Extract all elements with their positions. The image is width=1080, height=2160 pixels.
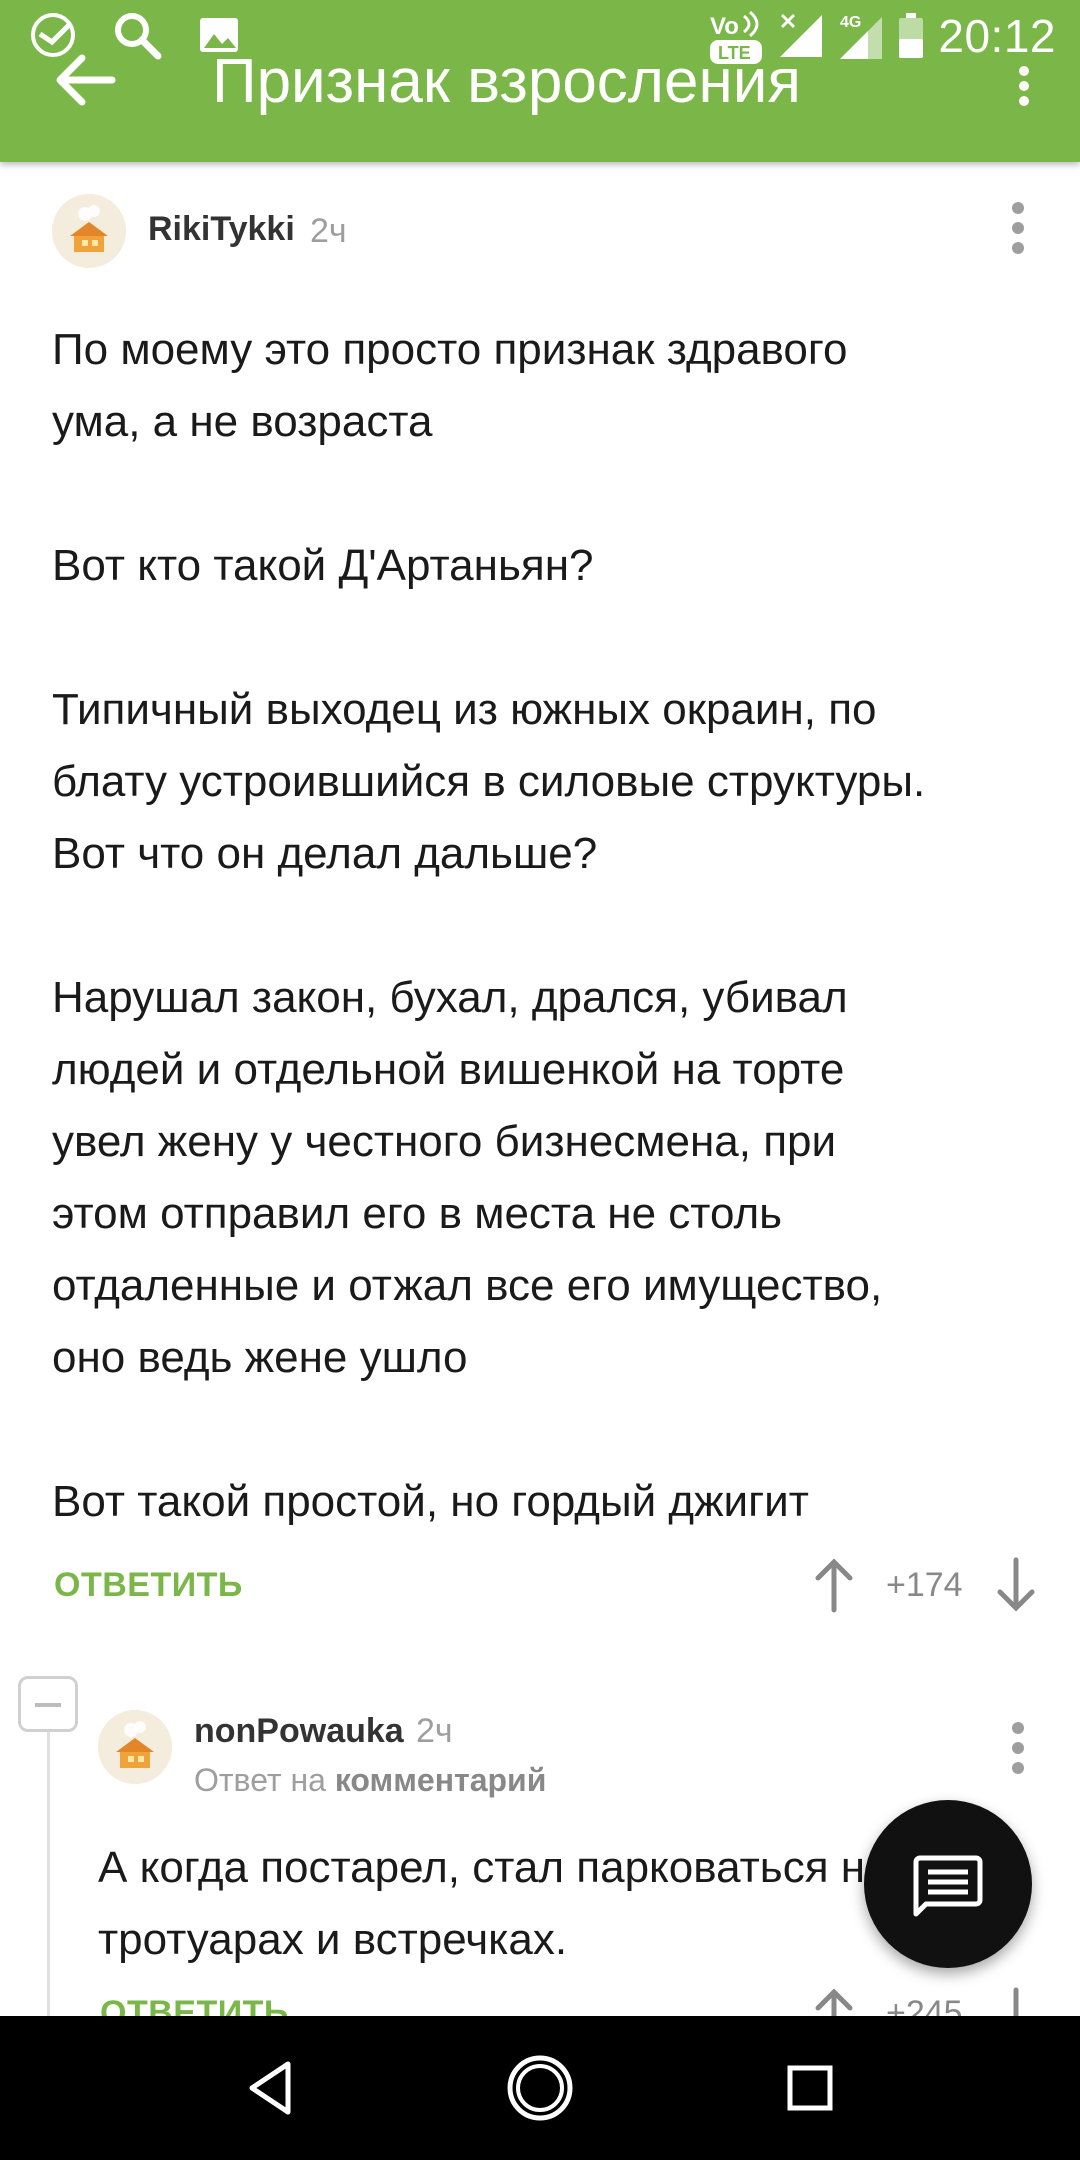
comment-time: 2ч — [310, 212, 347, 250]
reply-time: 2ч — [416, 1712, 453, 1750]
signal-4g-icon: 4G — [840, 14, 883, 59]
thread-line — [47, 1730, 50, 2020]
lte-label: LTE — [718, 43, 751, 63]
comment-paragraph: Вот такой простой, но гордый джигит — [52, 1466, 925, 1538]
comment-body: По моему это просто признак здравого ума… — [52, 314, 925, 1538]
avatar[interactable] — [52, 194, 126, 268]
home-nav-icon[interactable] — [500, 2048, 580, 2128]
reply-avatar[interactable] — [98, 1710, 172, 1784]
reply-to-prefix: Ответ на — [194, 1762, 326, 1798]
comment-line: Нарушал закон, бухал, дрался, убивал — [52, 973, 848, 1022]
comment-paragraph: По моему это просто признак здравого ума… — [52, 314, 925, 458]
reply-more-icon[interactable] — [998, 1720, 1038, 1776]
comment-line: ума, а не возраста — [52, 397, 433, 446]
write-comment-button[interactable] — [864, 1800, 1032, 1968]
comment-line: увел жену у честного бизнесмена, при — [52, 1117, 837, 1166]
recents-nav-icon[interactable] — [770, 2048, 850, 2128]
volte-icon: Vo LTE — [710, 10, 763, 64]
comment-line: этом отправил его в места не столь — [52, 1189, 783, 1238]
avatar-icon — [52, 194, 126, 268]
image-icon — [200, 18, 238, 52]
comment-line: Вот что он делал дальше? — [52, 829, 598, 878]
comment-line: Вот кто такой Д'Артаньян? — [52, 541, 594, 590]
comment-line: Вот такой простой, но гордый джигит — [52, 1477, 809, 1526]
comment-line: Типичный выходец из южных окраин, по — [52, 685, 877, 734]
collapse-thread-button[interactable] — [18, 1676, 78, 1732]
network-label: 4G — [840, 14, 861, 31]
comment-icon — [913, 1855, 983, 1917]
reply-line: А когда постарел, стал парковаться на — [98, 1843, 890, 1892]
reply-to: Ответ на комментарий — [194, 1762, 546, 1799]
clock: 20:12 — [938, 10, 1056, 62]
signal-icon — [780, 13, 823, 57]
reply-to-link[interactable]: комментарий — [335, 1762, 547, 1798]
reply-username[interactable]: nonPowauka — [194, 1712, 404, 1751]
downvote-icon[interactable] — [994, 1556, 1038, 1614]
comment-line: отдаленные и отжал все его имущество, — [52, 1261, 883, 1310]
rating: +174 — [886, 1566, 963, 1604]
app-bar: Признак взросления Vo LTE 4G 20:12 — [0, 0, 1080, 162]
comment-paragraph: Вот кто такой Д'Артаньян? — [52, 530, 925, 602]
sberbank-icon — [31, 13, 75, 57]
upvote-icon[interactable] — [812, 1556, 856, 1614]
back-nav-icon[interactable] — [230, 2048, 310, 2128]
comment-line: людей и отдельной вишенкой на торте — [52, 1045, 845, 1094]
reply-button[interactable]: ОТВЕТИТЬ — [54, 1566, 243, 1605]
comment-line: блату устроившийся в силовые структуры. — [52, 757, 926, 806]
avatar-icon — [98, 1710, 172, 1784]
reply-line: тротуарах и встречках. — [98, 1915, 568, 1964]
comment-line: оно ведь жене ушло — [52, 1333, 468, 1382]
comment-username[interactable]: RikiTykki — [148, 210, 295, 249]
search-icon — [115, 13, 162, 60]
svg-text:Vo: Vo — [710, 13, 739, 40]
comment-more-icon[interactable] — [998, 200, 1038, 256]
battery-icon — [899, 13, 924, 58]
status-bar: Vo LTE 4G 20:12 — [0, 0, 1080, 72]
comment-paragraph: Нарушал закон, бухал, дрался, убивал люд… — [52, 962, 925, 1394]
navigation-bar — [0, 2016, 1080, 2160]
comment-line: По моему это просто признак здравого — [52, 325, 848, 374]
reply-body: А когда постарел, стал парковаться на тр… — [98, 1832, 890, 1976]
more-options-icon[interactable] — [1016, 66, 1032, 106]
comment-paragraph: Типичный выходец из южных окраин, по бла… — [52, 674, 925, 890]
